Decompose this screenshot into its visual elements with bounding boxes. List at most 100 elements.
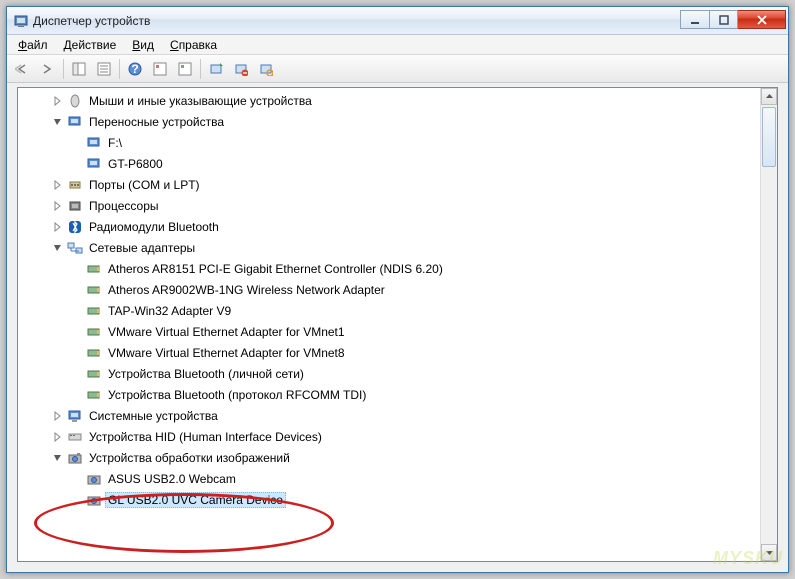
tree-node-network[interactable]: Сетевые адаптеры xyxy=(50,237,760,258)
bluetooth-icon xyxy=(66,219,84,235)
forward-button[interactable] xyxy=(36,58,60,80)
toolbar-button[interactable] xyxy=(173,58,197,80)
tree-label: Процессоры xyxy=(86,198,162,214)
expand-arrow-icon[interactable] xyxy=(50,177,66,193)
tree-node-processors[interactable]: Процессоры xyxy=(50,195,760,216)
tree-label: Устройства Bluetooth (личной сети) xyxy=(105,366,307,382)
network-icon xyxy=(66,240,84,256)
tree-label: VMware Virtual Ethernet Adapter for VMne… xyxy=(105,324,348,340)
computer-icon xyxy=(66,408,84,424)
tree-label: Порты (COM и LPT) xyxy=(86,177,203,193)
tree-node-hid[interactable]: Устройства HID (Human Interface Devices) xyxy=(50,426,760,447)
tree-node-gt-p6800[interactable]: GT-P6800 xyxy=(50,153,760,174)
show-hide-tree-button[interactable] xyxy=(67,58,91,80)
tree-label: Радиомодули Bluetooth xyxy=(86,219,222,235)
menu-file[interactable]: Файл xyxy=(11,37,55,53)
device-tree[interactable]: Мыши и иные указывающие устройства Перен… xyxy=(18,88,760,561)
tree-label: Atheros AR8151 PCI-E Gigabit Ethernet Co… xyxy=(105,261,446,277)
tree-node-bt-rfcomm[interactable]: Устройства Bluetooth (протокол RFCOMM TD… xyxy=(50,384,760,405)
toolbar-separator xyxy=(200,59,201,79)
tree-node-system[interactable]: Системные устройства xyxy=(50,405,760,426)
expand-arrow-icon[interactable] xyxy=(50,429,66,445)
expand-arrow-icon[interactable] xyxy=(50,93,66,109)
cpu-icon xyxy=(66,198,84,214)
tree-node-atheros-9002[interactable]: Atheros AR9002WB-1NG Wireless Network Ad… xyxy=(50,279,760,300)
menu-action[interactable]: Действие xyxy=(57,37,124,53)
toolbar-button[interactable] xyxy=(148,58,172,80)
scroll-up-button[interactable] xyxy=(761,88,777,105)
nic-icon xyxy=(85,366,103,382)
tree-label: F:\ xyxy=(105,135,125,151)
menu-view[interactable]: Вид xyxy=(125,37,161,53)
tree-node-bt-pan[interactable]: Устройства Bluetooth (личной сети) xyxy=(50,363,760,384)
update-driver-button[interactable] xyxy=(204,58,228,80)
camera-icon xyxy=(66,450,84,466)
tree-label: Устройства обработки изображений xyxy=(86,450,293,466)
tree-label: TAP-Win32 Adapter V9 xyxy=(105,303,234,319)
toolbar-separator xyxy=(119,59,120,79)
tree-node-gl-camera[interactable]: GL USB2.0 UVC Camera Device xyxy=(50,489,760,510)
vertical-scrollbar[interactable] xyxy=(760,88,777,561)
expand-arrow-icon[interactable] xyxy=(50,198,66,214)
tree-node-vmnet8[interactable]: VMware Virtual Ethernet Adapter for VMne… xyxy=(50,342,760,363)
minimize-button[interactable] xyxy=(680,10,710,29)
back-button[interactable] xyxy=(11,58,35,80)
tree-node-ports[interactable]: Порты (COM и LPT) xyxy=(50,174,760,195)
scan-hardware-button[interactable] xyxy=(254,58,278,80)
help-button[interactable]: ? xyxy=(123,58,147,80)
nic-icon xyxy=(85,345,103,361)
nic-icon xyxy=(85,282,103,298)
app-icon xyxy=(13,13,29,29)
nic-icon xyxy=(85,387,103,403)
tree-node-bluetooth[interactable]: Радиомодули Bluetooth xyxy=(50,216,760,237)
nic-icon xyxy=(85,261,103,277)
tree-node-drive-f[interactable]: F:\ xyxy=(50,132,760,153)
maximize-button[interactable] xyxy=(710,10,738,29)
expand-arrow-icon[interactable] xyxy=(50,408,66,424)
content-frame: Мыши и иные указывающие устройства Перен… xyxy=(17,87,778,562)
portable-device-icon xyxy=(85,135,103,151)
hid-icon xyxy=(66,429,84,445)
mouse-icon xyxy=(66,93,84,109)
portable-device-icon xyxy=(66,114,84,130)
tree-label: Atheros AR9002WB-1NG Wireless Network Ad… xyxy=(105,282,388,298)
menu-help[interactable]: Справка xyxy=(163,37,224,53)
tree-node-mice[interactable]: Мыши и иные указывающие устройства xyxy=(50,90,760,111)
tree-label: Сетевые адаптеры xyxy=(86,240,198,256)
tree-label: Мыши и иные указывающие устройства xyxy=(86,93,315,109)
watermark: MYSKU xyxy=(713,548,783,569)
tree-node-asus-webcam[interactable]: ASUS USB2.0 Webcam xyxy=(50,468,760,489)
collapse-arrow-icon[interactable] xyxy=(50,450,66,466)
menubar: Файл Действие Вид Справка xyxy=(7,35,788,55)
tree-node-tap[interactable]: TAP-Win32 Adapter V9 xyxy=(50,300,760,321)
camera-icon xyxy=(85,471,103,487)
properties-button[interactable] xyxy=(92,58,116,80)
tree-label: ASUS USB2.0 Webcam xyxy=(105,471,239,487)
tree-label-selected: GL USB2.0 UVC Camera Device xyxy=(105,492,286,508)
toolbar: ? xyxy=(7,55,788,83)
expand-arrow-icon[interactable] xyxy=(50,219,66,235)
scroll-thumb[interactable] xyxy=(762,107,776,167)
close-button[interactable] xyxy=(738,10,786,29)
tree-label: Переносные устройства xyxy=(86,114,227,130)
tree-label: Устройства HID (Human Interface Devices) xyxy=(86,429,325,445)
tree-node-atheros-8151[interactable]: Atheros AR8151 PCI-E Gigabit Ethernet Co… xyxy=(50,258,760,279)
port-icon xyxy=(66,177,84,193)
portable-device-icon xyxy=(85,156,103,172)
tree-label: GT-P6800 xyxy=(105,156,166,172)
collapse-arrow-icon[interactable] xyxy=(50,240,66,256)
svg-text:?: ? xyxy=(131,62,138,76)
titlebar[interactable]: Диспетчер устройств xyxy=(7,7,788,35)
tree-label: Системные устройства xyxy=(86,408,221,424)
tree-node-vmnet1[interactable]: VMware Virtual Ethernet Adapter for VMne… xyxy=(50,321,760,342)
toolbar-separator xyxy=(63,59,64,79)
tree-label: VMware Virtual Ethernet Adapter for VMne… xyxy=(105,345,348,361)
uninstall-button[interactable] xyxy=(229,58,253,80)
tree-label: Устройства Bluetooth (протокол RFCOMM TD… xyxy=(105,387,369,403)
collapse-arrow-icon[interactable] xyxy=(50,114,66,130)
window-title: Диспетчер устройств xyxy=(33,14,680,28)
window-frame: Диспетчер устройств Файл Действие Вид Сп… xyxy=(6,6,789,573)
nic-icon xyxy=(85,324,103,340)
tree-node-portable[interactable]: Переносные устройства xyxy=(50,111,760,132)
tree-node-imaging[interactable]: Устройства обработки изображений xyxy=(50,447,760,468)
